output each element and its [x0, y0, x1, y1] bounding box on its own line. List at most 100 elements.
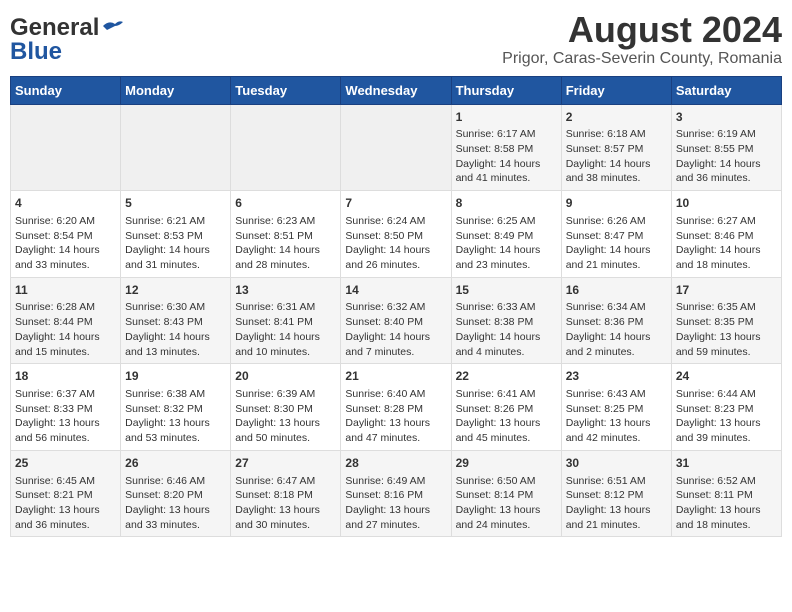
day-info-line: Daylight: 13 hours [566, 416, 667, 431]
day-info-line: Daylight: 14 hours [235, 243, 336, 258]
day-number: 5 [125, 195, 226, 212]
day-info-line: and 31 minutes. [125, 258, 226, 273]
day-info-line: Sunset: 8:50 PM [345, 229, 446, 244]
title-area: August 2024 Prigor, Caras-Severin County… [502, 10, 782, 68]
day-info-line: and 59 minutes. [676, 345, 777, 360]
day-info-line: and 4 minutes. [456, 345, 557, 360]
day-info-line: Sunrise: 6:37 AM [15, 387, 116, 402]
day-info-line: Sunset: 8:26 PM [456, 402, 557, 417]
day-info-line: Sunrise: 6:32 AM [345, 300, 446, 315]
calendar-cell: 8Sunrise: 6:25 AMSunset: 8:49 PMDaylight… [451, 191, 561, 278]
day-info-line: Sunset: 8:12 PM [566, 488, 667, 503]
calendar-cell: 21Sunrise: 6:40 AMSunset: 8:28 PMDayligh… [341, 364, 451, 451]
day-info-line: Sunset: 8:58 PM [456, 142, 557, 157]
day-number: 3 [676, 109, 777, 126]
day-info-line: Sunset: 8:30 PM [235, 402, 336, 417]
calendar-cell: 29Sunrise: 6:50 AMSunset: 8:14 PMDayligh… [451, 450, 561, 537]
day-info-line: Daylight: 13 hours [235, 503, 336, 518]
day-info-line: Daylight: 14 hours [345, 243, 446, 258]
day-info-line: Sunset: 8:28 PM [345, 402, 446, 417]
day-info-line: Daylight: 13 hours [676, 416, 777, 431]
day-info-line: Daylight: 13 hours [125, 416, 226, 431]
calendar-cell: 17Sunrise: 6:35 AMSunset: 8:35 PMDayligh… [671, 277, 781, 364]
day-info-line: and 27 minutes. [345, 518, 446, 533]
column-header-thursday: Thursday [451, 76, 561, 104]
day-info-line: Daylight: 14 hours [566, 157, 667, 172]
day-info-line: Daylight: 13 hours [125, 503, 226, 518]
calendar-header: SundayMondayTuesdayWednesdayThursdayFrid… [11, 76, 782, 104]
day-info-line: Daylight: 13 hours [566, 503, 667, 518]
day-info-line: Sunrise: 6:35 AM [676, 300, 777, 315]
day-info-line: Sunrise: 6:17 AM [456, 127, 557, 142]
day-number: 7 [345, 195, 446, 212]
day-info-line: Sunset: 8:23 PM [676, 402, 777, 417]
day-number: 15 [456, 282, 557, 299]
day-info-line: Sunrise: 6:39 AM [235, 387, 336, 402]
column-header-tuesday: Tuesday [231, 76, 341, 104]
day-number: 20 [235, 368, 336, 385]
day-info-line: and 39 minutes. [676, 431, 777, 446]
day-info-line: Sunrise: 6:31 AM [235, 300, 336, 315]
calendar-cell: 24Sunrise: 6:44 AMSunset: 8:23 PMDayligh… [671, 364, 781, 451]
day-info-line: and 36 minutes. [15, 518, 116, 533]
day-number: 26 [125, 455, 226, 472]
day-info-line: Daylight: 13 hours [15, 416, 116, 431]
calendar-cell: 13Sunrise: 6:31 AMSunset: 8:41 PMDayligh… [231, 277, 341, 364]
day-info-line: and 50 minutes. [235, 431, 336, 446]
calendar-body: 1Sunrise: 6:17 AMSunset: 8:58 PMDaylight… [11, 104, 782, 537]
day-number: 31 [676, 455, 777, 472]
day-info-line: Daylight: 13 hours [15, 503, 116, 518]
day-info-line: Sunrise: 6:34 AM [566, 300, 667, 315]
calendar-cell: 28Sunrise: 6:49 AMSunset: 8:16 PMDayligh… [341, 450, 451, 537]
day-info-line: Daylight: 14 hours [345, 330, 446, 345]
day-info-line: Sunrise: 6:43 AM [566, 387, 667, 402]
day-info-line: Sunset: 8:25 PM [566, 402, 667, 417]
day-info-line: and 24 minutes. [456, 518, 557, 533]
day-info-line: and 41 minutes. [456, 171, 557, 186]
day-info-line: Daylight: 13 hours [676, 330, 777, 345]
calendar-cell [121, 104, 231, 191]
calendar-week-3: 11Sunrise: 6:28 AMSunset: 8:44 PMDayligh… [11, 277, 782, 364]
day-info-line: and 10 minutes. [235, 345, 336, 360]
day-info-line: Sunset: 8:54 PM [15, 229, 116, 244]
day-info-line: and 53 minutes. [125, 431, 226, 446]
day-number: 22 [456, 368, 557, 385]
day-info-line: and 2 minutes. [566, 345, 667, 360]
calendar-cell: 22Sunrise: 6:41 AMSunset: 8:26 PMDayligh… [451, 364, 561, 451]
calendar-cell: 4Sunrise: 6:20 AMSunset: 8:54 PMDaylight… [11, 191, 121, 278]
calendar-week-5: 25Sunrise: 6:45 AMSunset: 8:21 PMDayligh… [11, 450, 782, 537]
day-number: 18 [15, 368, 116, 385]
day-info-line: Daylight: 13 hours [345, 416, 446, 431]
calendar-cell: 25Sunrise: 6:45 AMSunset: 8:21 PMDayligh… [11, 450, 121, 537]
calendar-cell: 11Sunrise: 6:28 AMSunset: 8:44 PMDayligh… [11, 277, 121, 364]
day-info-line: Sunrise: 6:50 AM [456, 474, 557, 489]
day-number: 6 [235, 195, 336, 212]
day-info-line: Sunset: 8:49 PM [456, 229, 557, 244]
calendar-cell [341, 104, 451, 191]
day-info-line: Sunset: 8:41 PM [235, 315, 336, 330]
day-info-line: Daylight: 13 hours [235, 416, 336, 431]
day-info-line: and 28 minutes. [235, 258, 336, 273]
day-info-line: and 33 minutes. [125, 518, 226, 533]
day-info-line: and 18 minutes. [676, 258, 777, 273]
day-info-line: and 42 minutes. [566, 431, 667, 446]
day-info-line: Daylight: 14 hours [456, 157, 557, 172]
day-info-line: Sunset: 8:38 PM [456, 315, 557, 330]
calendar-cell: 2Sunrise: 6:18 AMSunset: 8:57 PMDaylight… [561, 104, 671, 191]
day-info-line: Daylight: 14 hours [15, 243, 116, 258]
column-header-sunday: Sunday [11, 76, 121, 104]
column-header-monday: Monday [121, 76, 231, 104]
day-info-line: and 15 minutes. [15, 345, 116, 360]
calendar-cell: 15Sunrise: 6:33 AMSunset: 8:38 PMDayligh… [451, 277, 561, 364]
day-info-line: Sunrise: 6:20 AM [15, 214, 116, 229]
day-info-line: Sunset: 8:20 PM [125, 488, 226, 503]
day-number: 19 [125, 368, 226, 385]
calendar-cell: 19Sunrise: 6:38 AMSunset: 8:32 PMDayligh… [121, 364, 231, 451]
calendar-cell: 5Sunrise: 6:21 AMSunset: 8:53 PMDaylight… [121, 191, 231, 278]
calendar-cell: 14Sunrise: 6:32 AMSunset: 8:40 PMDayligh… [341, 277, 451, 364]
day-info-line: Sunrise: 6:18 AM [566, 127, 667, 142]
calendar-cell: 16Sunrise: 6:34 AMSunset: 8:36 PMDayligh… [561, 277, 671, 364]
day-number: 27 [235, 455, 336, 472]
calendar-cell [231, 104, 341, 191]
day-number: 16 [566, 282, 667, 299]
